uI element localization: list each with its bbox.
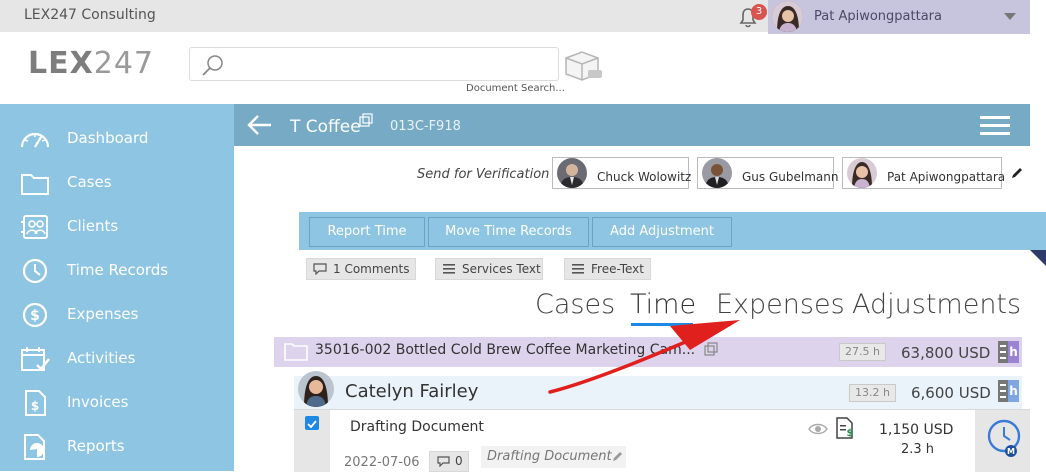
report-time-button[interactable]: Report Time	[309, 217, 425, 247]
comment-count: 0	[455, 454, 463, 468]
search-icon	[202, 55, 223, 76]
services-text-chip[interactable]: Services Text	[435, 258, 543, 280]
case-title: T Coffee	[290, 117, 361, 137]
sidebar-item-time-records[interactable]: Time Records	[0, 248, 234, 292]
avatar	[847, 158, 877, 188]
sidebar-item-invoices[interactable]: $ Invoices	[0, 380, 234, 424]
sidebar-item-label: Dashboard	[67, 129, 149, 147]
dollar-circle-icon: $	[22, 302, 48, 328]
sidebar: Dashboard Cases Clients Time Records $ E…	[0, 104, 234, 471]
svg-text:$: $	[31, 399, 39, 413]
time-entry-row[interactable]: Drafting Document 2022-07-06 0 Drafting …	[294, 409, 1030, 472]
open-external-icon[interactable]	[359, 113, 373, 127]
list-icon	[443, 264, 455, 274]
matter-amount: 63,800 USD	[901, 344, 991, 362]
matter-hours-badge: 27.5 h	[839, 343, 886, 361]
sidebar-item-label: Cases	[67, 173, 112, 191]
add-adjustment-button[interactable]: Add Adjustment	[592, 217, 732, 247]
hours-toggle-icon[interactable]: h	[998, 341, 1019, 363]
comment-icon	[313, 263, 327, 275]
verifier-chuck-wolowitz[interactable]: Chuck Wolowitz	[552, 157, 692, 189]
chip-label: 1 Comments	[333, 262, 410, 276]
contacts-icon	[21, 215, 48, 239]
avatar	[557, 158, 587, 188]
corner-fold	[1030, 250, 1046, 266]
user-menu[interactable]: Pat Apiwongpattara	[768, 0, 1030, 34]
timekeeper-hours-badge: 13.2 h	[849, 384, 896, 402]
action-bar: Report Time Move Time Records Add Adjust…	[299, 212, 1046, 250]
chevron-down-icon	[1004, 13, 1016, 20]
sidebar-item-expenses[interactable]: $ Expenses	[0, 292, 234, 336]
annotation-arrow-icon	[548, 320, 740, 394]
sidebar-item-label: Invoices	[67, 393, 129, 411]
document-search-box[interactable]	[189, 47, 559, 81]
comments-chip[interactable]: 1 Comments	[306, 258, 416, 280]
billing-document-icon[interactable]: $	[835, 417, 855, 439]
entry-checkbox[interactable]	[305, 416, 319, 430]
sidebar-item-label: Clients	[67, 217, 119, 235]
folder-icon	[284, 343, 308, 361]
entry-comments-chip[interactable]: 0	[429, 451, 469, 472]
notification-count-badge: 3	[751, 4, 767, 20]
case-header: T Coffee 013C-F918	[234, 104, 1030, 146]
document-search-input[interactable]	[234, 52, 544, 76]
comment-icon	[437, 456, 450, 467]
verifier-gus-gubelmann[interactable]: Gus Gubelmann	[697, 157, 838, 189]
report-chart-icon	[24, 434, 45, 460]
edit-pencil-icon[interactable]	[612, 451, 623, 462]
hours-toggle-icon[interactable]: h	[998, 380, 1019, 402]
move-time-records-button[interactable]: Move Time Records	[428, 217, 589, 247]
verifier-name: Pat Apiwongpattara	[887, 170, 1006, 184]
sidebar-item-reports[interactable]: Reports	[0, 424, 234, 468]
chip-label: Services Text	[462, 262, 541, 276]
sidebar-item-label: Reports	[67, 437, 125, 455]
entry-amount: 1,150 USD	[879, 422, 954, 438]
timer-clock-icon[interactable]: M	[983, 418, 1025, 470]
invoice-icon: $	[25, 390, 46, 416]
sidebar-item-dashboard[interactable]: Dashboard	[0, 116, 234, 160]
calendar-check-icon	[21, 347, 50, 371]
tab-adjustments[interactable]: Adjustments	[852, 289, 1021, 320]
user-avatar	[772, 1, 803, 32]
verifier-name: Gus Gubelmann	[742, 170, 839, 184]
timekeeper-amount: 6,600 USD	[911, 384, 991, 402]
chip-label: Free-Text	[591, 262, 644, 276]
entry-description[interactable]: Drafting Document	[481, 446, 626, 468]
svg-text:M: M	[1007, 447, 1015, 456]
sidebar-item-label: Activities	[67, 349, 136, 367]
dashboard-gauge-icon	[20, 132, 50, 148]
list-icon	[572, 264, 584, 274]
sidebar-item-activities[interactable]: Activities	[0, 336, 234, 380]
free-text-chip[interactable]: Free-Text	[564, 258, 651, 280]
svg-text:$: $	[30, 308, 40, 324]
back-arrow-icon[interactable]	[246, 113, 274, 137]
sidebar-item-label: Time Records	[67, 261, 169, 279]
package-icon[interactable]	[562, 48, 604, 82]
lex247-logo[interactable]: LEX247	[28, 46, 154, 81]
user-name: Pat Apiwongpattara	[814, 9, 942, 24]
edit-pencil-icon[interactable]	[1010, 166, 1024, 180]
avatar	[298, 371, 334, 407]
clock-icon	[22, 258, 48, 284]
hamburger-menu-icon[interactable]	[979, 113, 1011, 137]
verifier-pat-apiwongpattara[interactable]: Pat Apiwongpattara	[842, 157, 1006, 189]
avatar	[702, 158, 732, 188]
case-code: 013C-F918	[390, 119, 461, 134]
timekeeper-name: Catelyn Fairley	[345, 381, 479, 402]
entry-date: 2022-07-06	[344, 455, 420, 470]
entry-title: Drafting Document	[350, 419, 484, 435]
company-name: LEX247 Consulting	[24, 7, 156, 23]
svg-text:$: $	[847, 428, 854, 439]
verifier-name: Chuck Wolowitz	[597, 170, 692, 184]
sidebar-item-label: Expenses	[67, 305, 139, 323]
sidebar-item-cases[interactable]: Cases	[0, 160, 234, 204]
send-for-verification-label: Send for Verification	[417, 167, 550, 182]
sidebar-item-clients[interactable]: Clients	[0, 204, 234, 248]
document-search-hint: Document Search...	[466, 83, 565, 94]
folder-icon	[21, 174, 49, 195]
eye-icon[interactable]	[808, 422, 828, 436]
entry-hours: 2.3 h	[901, 442, 935, 457]
